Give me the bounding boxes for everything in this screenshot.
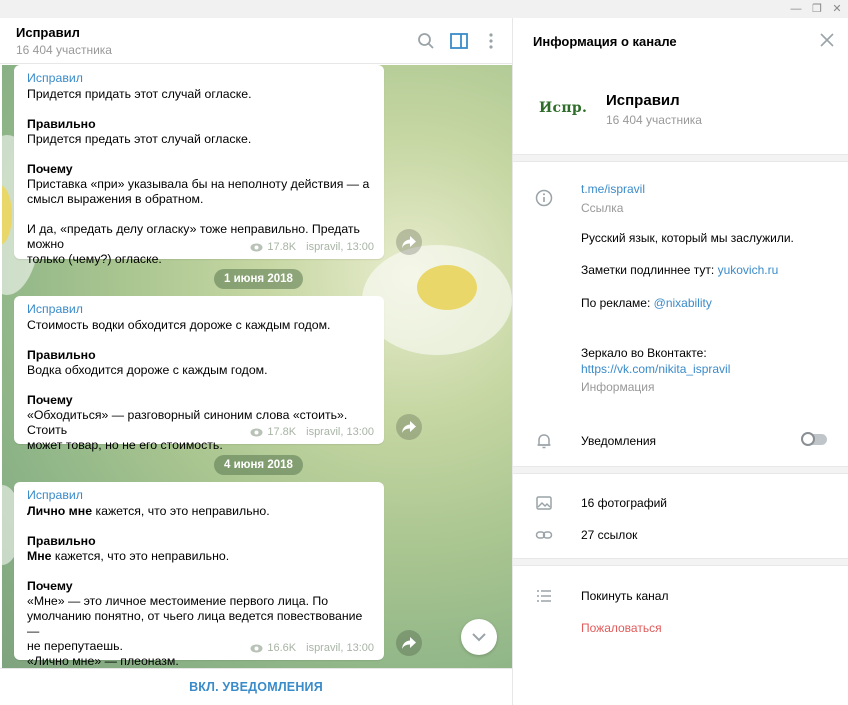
mirror-label: Зеркало во Вконтакте: (581, 346, 707, 360)
message-bubble[interactable]: Исправил Придется придать этот случай ог… (14, 65, 384, 266)
message-text: Придется придать этот случай огласке. (27, 87, 252, 101)
message-text: только (чему?) огласке. (27, 252, 162, 266)
message-signature: ispravil, 13:00 (306, 426, 374, 438)
message-author[interactable]: Исправил (27, 302, 372, 317)
message-text: Придется предать этот случай огласке. (27, 132, 252, 146)
restore-icon[interactable]: ❐ (807, 1, 827, 17)
panel-title: Информация о канале (533, 34, 677, 49)
message-heading: Правильно (27, 348, 96, 362)
ads-line: По рекламе: @nixability (581, 296, 712, 310)
message-text: Водка обходится дороже с каждым годом. (27, 363, 268, 377)
message-meta: 17.8K ispravil, 13:00 (250, 426, 374, 438)
message-views: 17.8K (267, 241, 297, 253)
close-icon[interactable] (819, 32, 835, 48)
date-separator: 4 июня 2018 (214, 455, 303, 475)
link-caption: Ссылка (581, 201, 624, 215)
link-icon (535, 531, 553, 539)
channel-link[interactable]: t.me/ispravil (581, 182, 645, 196)
photos-item[interactable]: 16 фотографий (581, 496, 667, 510)
message-text: Приставка «при» указывала бы на неполнот… (27, 177, 370, 191)
message-heading: Правильно (27, 117, 96, 131)
bottom-action-bar: ВКЛ. УВЕДОМЛЕНИЯ (0, 668, 512, 705)
minimize-icon[interactable]: — (786, 1, 806, 17)
views-eye-icon (250, 644, 263, 652)
message-bold-word: Лично мне (27, 504, 93, 518)
message-text: кажется, что это неправильно. (92, 504, 270, 518)
message-text: смысл выражения в обратном. (27, 192, 204, 206)
views-eye-icon (250, 243, 263, 251)
section-divider (513, 558, 848, 566)
panel-header: Информация о канале (513, 18, 848, 64)
background-flower-center (417, 265, 477, 310)
leave-channel-button[interactable]: Покинуть канал (581, 589, 668, 603)
message-heading: Почему (27, 579, 73, 593)
channel-members: 16 404 участника (606, 113, 702, 127)
close-window-icon[interactable]: ✕ (827, 1, 847, 17)
channel-logo[interactable]: Испр. (539, 100, 587, 116)
message-signature: ispravil, 13:00 (306, 642, 374, 654)
section-divider (513, 466, 848, 474)
views-eye-icon (250, 428, 263, 436)
notifications-toggle[interactable] (801, 432, 827, 446)
ads-link[interactable]: @nixability (654, 296, 712, 310)
section-divider (513, 154, 848, 162)
channel-name: Исправил (606, 92, 680, 109)
message-views: 16.6K (267, 642, 297, 654)
notes-link[interactable]: yukovich.ru (718, 263, 779, 277)
message-author[interactable]: Исправил (27, 488, 372, 503)
share-button[interactable] (396, 414, 422, 440)
share-button[interactable] (396, 630, 422, 656)
share-icon (402, 637, 416, 649)
message-text: умолчанию понятно, от чьего лица ведется… (27, 609, 363, 638)
share-icon (402, 421, 416, 433)
message-bubble[interactable]: Исправил Стоимость водки обходится дорож… (14, 296, 384, 452)
chat-header: Исправил 16 404 участника (0, 18, 512, 64)
message-heading: Почему (27, 393, 73, 407)
list-icon (537, 590, 551, 602)
share-icon (402, 236, 416, 248)
enable-notifications-button[interactable]: ВКЛ. УВЕДОМЛЕНИЯ (189, 680, 323, 694)
chat-subtitle: 16 404 участника (16, 43, 112, 57)
message-author[interactable]: Исправил (27, 71, 372, 86)
channel-info-panel: Информация о канале Испр. Исправил 16 40… (512, 18, 848, 705)
message-meta: 17.8K ispravil, 13:00 (250, 241, 374, 253)
mirror-link[interactable]: https://vk.com/nikita_ispravil (581, 362, 730, 376)
message-views: 17.8K (267, 426, 297, 438)
message-text: может товар, но не его стоимость. (27, 438, 223, 452)
chat-message-area[interactable]: Исправил Придется придать этот случай ог… (2, 65, 512, 668)
notifications-label: Уведомления (581, 434, 657, 448)
info-caption: Информация (581, 380, 655, 394)
notes-line: Заметки подлиннее тут: yukovich.ru (581, 263, 779, 277)
more-menu-icon[interactable] (480, 30, 502, 52)
message-heading: Правильно (27, 534, 96, 548)
message-signature: ispravil, 13:00 (306, 241, 374, 253)
report-button[interactable]: Пожаловаться (581, 621, 662, 635)
message-text: Стоимость водки обходится дороже с кажды… (27, 318, 331, 332)
message-heading: Почему (27, 162, 73, 176)
chevron-down-icon (472, 632, 486, 641)
message-text: «Мне» — это личное местоимение первого л… (27, 594, 329, 608)
links-item[interactable]: 27 ссылок (581, 528, 637, 542)
scroll-down-button[interactable] (461, 619, 497, 655)
message-bubble[interactable]: Исправил Лично мне кажется, что это непр… (14, 482, 384, 668)
date-separator: 1 июня 2018 (214, 269, 303, 289)
photo-icon (536, 496, 552, 510)
info-panel-toggle-icon[interactable] (448, 30, 470, 52)
message-bold-word: Мне (27, 549, 52, 563)
window-titlebar: — ❐ ✕ (0, 0, 848, 18)
message-meta: 16.6K ispravil, 13:00 (250, 642, 374, 654)
bell-icon (537, 434, 551, 449)
info-icon (535, 189, 553, 207)
share-button[interactable] (396, 229, 422, 255)
toggle-knob (801, 432, 815, 446)
message-text: «Лично мне» — плеоназм. (27, 654, 179, 668)
search-icon[interactable] (415, 30, 437, 52)
message-text: кажется, что это неправильно. (51, 549, 230, 563)
chat-title[interactable]: Исправил (16, 25, 80, 40)
description-text: Русский язык, который мы заслужили. (581, 231, 794, 245)
